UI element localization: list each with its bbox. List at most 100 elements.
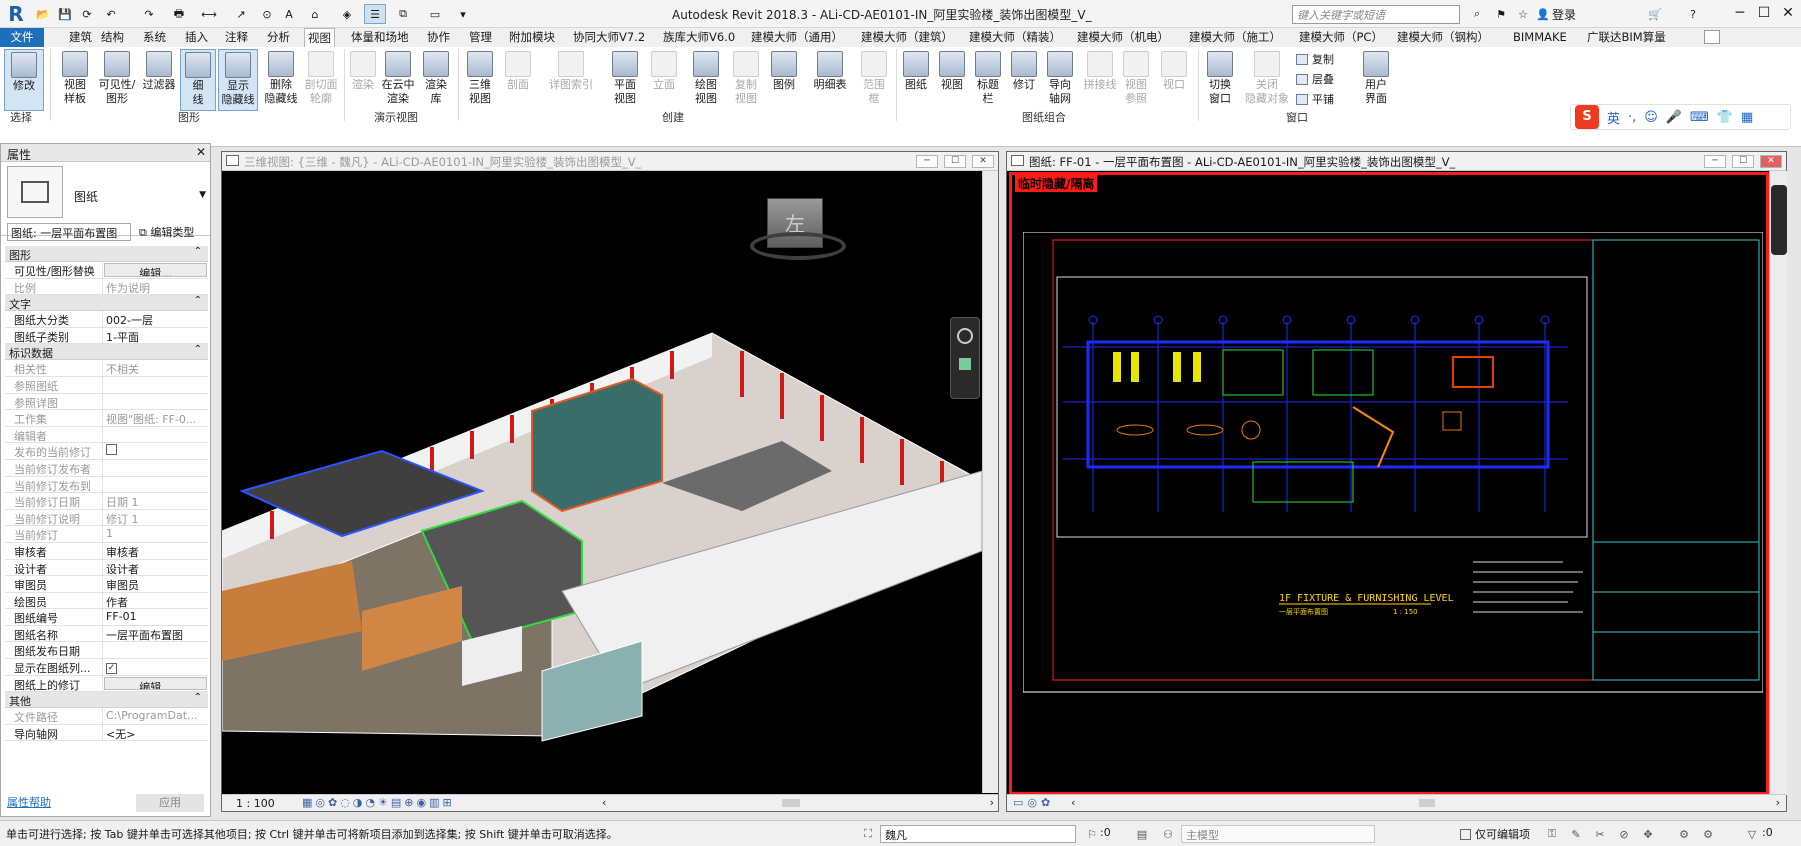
tab-jianmo-mep[interactable]: 建模大师（机电） (1074, 28, 1172, 47)
tab-xietong[interactable]: 协同大师V7.2 (570, 28, 648, 47)
close-icon[interactable]: ✕ (196, 145, 206, 159)
replicate-button[interactable]: 复制 (1296, 51, 1334, 67)
scroll-right-icon[interactable]: › (1776, 796, 1780, 809)
section-icon[interactable]: ◈ (336, 4, 358, 24)
tab-jianmo-steel[interactable]: 建模大师（钢构） (1394, 28, 1492, 47)
callout-button[interactable]: 详图索引 (544, 49, 598, 111)
checkbox[interactable] (106, 444, 117, 456)
tab-massing[interactable]: 体量和场地 (348, 28, 412, 47)
section-button[interactable]: 剖面 (500, 49, 536, 111)
render-gallery-button[interactable]: 渲染 库 (418, 49, 454, 111)
modify-button[interactable]: 修改 (4, 49, 44, 111)
text-icon[interactable]: A (278, 4, 300, 24)
edit-type-button[interactable]: ⧉ 编辑类型 (135, 223, 207, 241)
select-underlay-icon[interactable]: ✎ (1568, 826, 1584, 842)
tab-annotate[interactable]: 注释 (222, 28, 251, 47)
ime-keyboard-icon[interactable]: ⌨ (1690, 110, 1709, 125)
property-value[interactable]: 002-一层 (103, 311, 208, 327)
property-value[interactable]: 审核者 (103, 543, 208, 559)
binoculars-icon[interactable]: ⌕ (1466, 4, 1488, 24)
dimension-icon[interactable]: ↗ (230, 4, 252, 24)
user-interface-button[interactable]: 用户 界面 (1356, 49, 1396, 111)
select-pinned-icon[interactable]: ✂ (1592, 826, 1608, 842)
filter-icon[interactable]: ▽ (1744, 826, 1760, 842)
measure-icon[interactable]: ⟷ (198, 4, 220, 24)
legends-button[interactable]: 图例 (766, 49, 802, 111)
background-process-icon[interactable]: ⚙ (1676, 826, 1692, 842)
drafting-view-button[interactable]: 绘图 视图 (686, 49, 726, 111)
steering-wheel-icon[interactable] (957, 328, 973, 344)
tag-icon[interactable]: ⊙ (256, 4, 278, 24)
print-icon[interactable]: 🖶 (168, 4, 190, 24)
design-options-icon[interactable]: ▤ (1134, 826, 1150, 842)
sheet-view-titlebar[interactable]: 图纸: FF-01 - 一层平面布置图 - ALi-CD-AE0101-IN_阿… (1007, 152, 1786, 171)
filters-button[interactable]: 过滤器 (138, 49, 180, 111)
open-icon[interactable]: 📂 (32, 4, 54, 24)
minimize-button[interactable]: ─ (1704, 155, 1726, 168)
3d-view-window[interactable]: 三维视图: {三维 - 魏凡} - ALi-CD-AE0101-IN_阿里实验楼… (221, 151, 999, 812)
minimize-button[interactable]: ─ (1728, 3, 1752, 23)
place-view-button[interactable]: 视图 (934, 49, 970, 111)
horizontal-scroll-thumb[interactable] (782, 799, 800, 807)
workset-select[interactable]: 魏凡 (880, 825, 1076, 843)
cascade-button[interactable]: 层叠 (1296, 71, 1334, 87)
tab-bimmake[interactable]: BIMMAKE (1510, 28, 1570, 47)
tab-jianmo-construction[interactable]: 建模大师（施工） (1186, 28, 1284, 47)
scope-box-button[interactable]: 范围 框 (856, 49, 892, 111)
save-icon[interactable]: 💾 (54, 4, 76, 24)
editable-requests-icon[interactable]: ⚐ (1084, 826, 1100, 842)
tab-jianmo-arch[interactable]: 建模大师（建筑） (858, 28, 956, 47)
ime-mode[interactable]: 英 (1607, 108, 1620, 127)
editable-only-toggle[interactable]: 仅可编辑项 (1460, 826, 1530, 842)
chevron-down-icon[interactable]: ▼ (199, 190, 206, 200)
property-group-header[interactable]: 其他 (5, 692, 208, 709)
viewcube-compass[interactable] (750, 232, 846, 260)
customize-icon[interactable]: ▾ (452, 4, 474, 24)
property-value[interactable]: 审图员 (103, 576, 208, 592)
switch-windows-icon[interactable]: ▭ (424, 4, 446, 24)
subscription-icon[interactable]: ⚑ (1490, 4, 1512, 24)
switch-windows-button[interactable]: 切换 窗口 (1200, 49, 1240, 111)
close-button[interactable]: ✕ (1760, 155, 1782, 168)
undo-icon[interactable]: ↶ (100, 4, 122, 24)
close-hidden-icon[interactable]: ⧉ (392, 4, 414, 24)
duplicate-view-button[interactable]: 复制 视图 (726, 49, 766, 111)
ime-punct-icon[interactable]: ·, (1628, 110, 1636, 125)
maximize-button[interactable]: ☐ (1752, 3, 1776, 23)
select-by-face-icon[interactable]: ⊘ (1616, 826, 1632, 842)
property-group-header[interactable]: 文字 (5, 295, 208, 312)
ime-tools-icon[interactable]: ▦ (1741, 110, 1753, 125)
ime-voice-icon[interactable]: 🎤 (1666, 110, 1682, 125)
search-input[interactable]: 键入关键字或短语 (1292, 5, 1460, 24)
property-edit-button[interactable]: 编辑... (104, 263, 207, 277)
login-link[interactable]: 登录 (1552, 6, 1576, 23)
minimize-button[interactable]: ─ (916, 155, 938, 168)
tab-insert[interactable]: 插入 (182, 28, 211, 47)
scroll-right-icon[interactable]: › (990, 796, 994, 809)
horizontal-scroll-thumb[interactable] (1419, 799, 1435, 807)
scroll-left-icon[interactable]: ‹ (602, 796, 606, 809)
property-value[interactable]: 1-平面 (103, 328, 208, 344)
schedules-button[interactable]: 明细表 (806, 49, 854, 111)
3d-model-canvas[interactable] (222, 171, 982, 793)
thin-lines-icon[interactable]: ☰ (364, 4, 386, 24)
tab-file[interactable]: 文件 (0, 28, 44, 47)
select-links-icon[interactable]: ⚿ (1544, 826, 1560, 842)
property-group-header[interactable]: 图形 (5, 246, 208, 262)
apply-button[interactable]: 应用 (136, 794, 204, 812)
close-button[interactable]: ✕ (1776, 3, 1800, 23)
3d-view-titlebar[interactable]: 三维视图: {三维 - 魏凡} - ALi-CD-AE0101-IN_阿里实验楼… (222, 152, 998, 171)
maximize-button[interactable]: ☐ (1732, 155, 1754, 168)
tab-view[interactable]: 视图 (304, 28, 335, 47)
revisions-button[interactable]: 修订 (1006, 49, 1042, 111)
navigation-bar[interactable] (1770, 185, 1787, 255)
elevation-button[interactable]: 立面 (646, 49, 682, 111)
view-templates-button[interactable]: 视图 样板 (54, 49, 96, 111)
tab-architecture[interactable]: 建筑 (66, 28, 95, 47)
cut-profile-button[interactable]: 剖切面 轮廓 (300, 49, 342, 111)
navigation-bar[interactable] (950, 317, 980, 399)
ribbon-toggle-icon[interactable] (1704, 30, 1720, 44)
ime-toolbar[interactable]: S 英 ·, ☺ 🎤 ⌨ 👕 ▦ (1570, 104, 1791, 130)
3d-view-button[interactable]: 三维 视图 (460, 49, 500, 111)
property-value[interactable]: <无> (103, 725, 208, 741)
